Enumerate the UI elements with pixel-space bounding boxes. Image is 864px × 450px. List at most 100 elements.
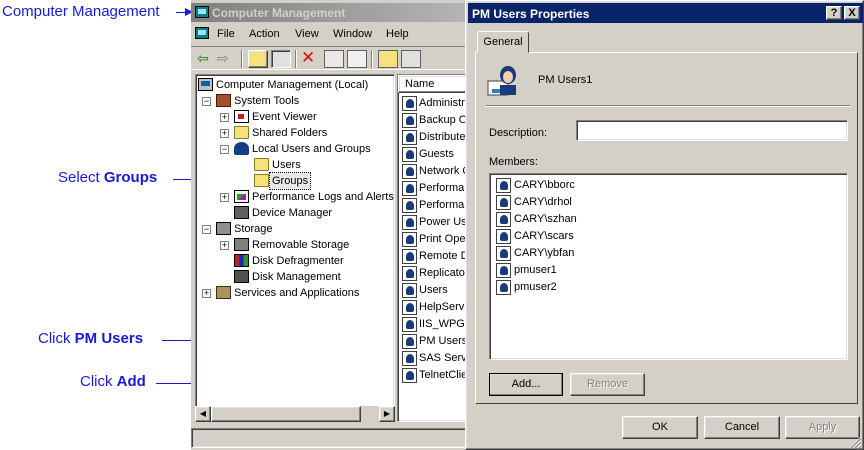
dialog-title: PM Users Properties (472, 7, 590, 21)
group-icon (487, 66, 516, 96)
tab-general[interactable]: General (477, 31, 529, 53)
event-viewer-icon (234, 110, 249, 123)
removable-storage-icon (234, 238, 249, 251)
group-icon (402, 266, 417, 281)
back-arrow-icon[interactable]: ⇦ (197, 50, 217, 68)
expand-services-applications[interactable]: + (202, 289, 211, 298)
group-icon (402, 232, 417, 247)
menu-file[interactable]: File (217, 28, 235, 40)
export-list-icon[interactable] (347, 50, 367, 68)
ok-button[interactable]: OK (622, 416, 698, 439)
member-label: pmuser2 (514, 281, 557, 293)
close-icon[interactable]: X (844, 6, 860, 20)
collapse-system-tools[interactable]: − (202, 97, 211, 106)
annotation-click-add: Click Add (80, 373, 146, 390)
description-field[interactable] (576, 120, 848, 141)
users-groups-icon (234, 142, 249, 155)
show-hide-tree-icon[interactable] (271, 50, 291, 68)
forward-arrow-icon[interactable]: ⇨ (217, 50, 237, 68)
group-icon (402, 215, 417, 230)
expand-event-viewer[interactable]: + (220, 113, 229, 122)
toolbar-separator (241, 50, 243, 68)
group-icon (402, 351, 417, 366)
user-icon (496, 263, 511, 278)
expand-performance-logs[interactable]: + (220, 193, 229, 202)
user-icon (496, 178, 511, 193)
list-header-name[interactable]: Name (398, 75, 470, 93)
resize-grip-icon[interactable] (848, 435, 862, 449)
list-item-label: IIS_WPG (419, 318, 465, 330)
menu-action[interactable]: Action (249, 28, 280, 40)
members-label: Members: (489, 156, 538, 168)
list-item-label: SAS Server (419, 352, 471, 364)
user-icon (496, 212, 511, 227)
menu-view[interactable]: View (295, 28, 319, 40)
group-list-pane[interactable]: Name Administrators Backup Operators Distr… (397, 74, 471, 422)
list-item-label: Performance Log Users (419, 182, 470, 194)
separator (486, 105, 850, 107)
console-tree-icon[interactable] (401, 50, 421, 68)
list-item-label: Power Users (419, 216, 470, 228)
list-item-label: Performance Monitor Users (419, 199, 470, 211)
member-label: CARY\bborc (514, 179, 575, 191)
disk-management-icon (234, 270, 249, 283)
expand-shared-folders[interactable]: + (220, 129, 229, 138)
remove-button[interactable]: Remove (570, 373, 645, 396)
up-one-level-icon[interactable] (248, 50, 268, 68)
list-item-label: Network Configuration Operators (419, 165, 470, 177)
group-icon (402, 181, 417, 196)
main-window-title: Computer Management (212, 6, 346, 20)
user-icon (496, 280, 511, 295)
list-item-label: Administrators (419, 97, 470, 109)
group-icon (402, 96, 417, 111)
annotation-computer-management: Computer Management (2, 3, 160, 20)
dialog-titlebar[interactable]: PM Users Properties ? X (468, 3, 863, 23)
user-icon (496, 195, 511, 210)
scrollbar-thumb[interactable] (211, 406, 361, 422)
tree-horizontal-scrollbar[interactable]: ◀ ▶ (195, 406, 395, 422)
scroll-left-icon[interactable]: ◀ (195, 406, 211, 422)
device-manager-icon (234, 206, 249, 219)
toolbar-separator (371, 50, 373, 68)
services-icon (216, 286, 231, 299)
group-icon (402, 334, 417, 349)
help-question-icon[interactable]: ? (826, 6, 842, 20)
mmc-system-menu-icon[interactable] (195, 27, 209, 39)
main-titlebar[interactable]: Computer Management (191, 3, 471, 22)
member-label: pmuser1 (514, 264, 557, 276)
members-list[interactable]: CARY\bborc CARY\drhol CARY\szhan CARY\scars… (489, 173, 848, 360)
mmc-icon (195, 6, 209, 18)
menu-window[interactable]: Window (333, 28, 372, 40)
console-tree-pane[interactable]: Computer Management (Local) − System Too… (195, 74, 395, 422)
list-item-label: TelnetClients (419, 369, 470, 381)
delete-icon[interactable]: ✕ (301, 49, 321, 68)
collapse-storage[interactable]: − (202, 225, 211, 234)
list-item-label: Backup Operators (419, 114, 470, 126)
pm-users-properties-dialog: PM Users Properties ? X General PM Users… (465, 0, 864, 450)
properties-icon[interactable] (324, 50, 344, 68)
help-icon[interactable] (378, 50, 398, 68)
group-icon (402, 283, 417, 298)
status-bar (191, 428, 471, 448)
add-button[interactable]: Add... (489, 373, 563, 396)
annotation-click-pm-users: Click PM Users (38, 330, 144, 347)
member-label: CARY\scars (514, 230, 574, 242)
group-icon (402, 249, 417, 264)
defragmenter-icon (234, 254, 249, 267)
group-icon (402, 164, 417, 179)
list-item-label: Print Operators (419, 233, 470, 245)
list-item-label: Users (419, 284, 448, 296)
group-icon (402, 198, 417, 213)
menu-help[interactable]: Help (386, 28, 409, 40)
member-label: CARY\ybfan (514, 247, 575, 259)
tools-icon (216, 94, 231, 107)
expand-removable-storage[interactable]: + (220, 241, 229, 250)
scroll-right-icon[interactable]: ▶ (379, 406, 395, 422)
cancel-button[interactable]: Cancel (704, 416, 780, 439)
member-label: CARY\szhan (514, 213, 577, 225)
group-icon (402, 147, 417, 162)
group-name: PM Users1 (538, 74, 593, 86)
list-item-label: Replicator (419, 267, 469, 279)
menubar: File Action View Window Help (191, 24, 471, 44)
collapse-local-users-groups[interactable]: − (220, 145, 229, 154)
